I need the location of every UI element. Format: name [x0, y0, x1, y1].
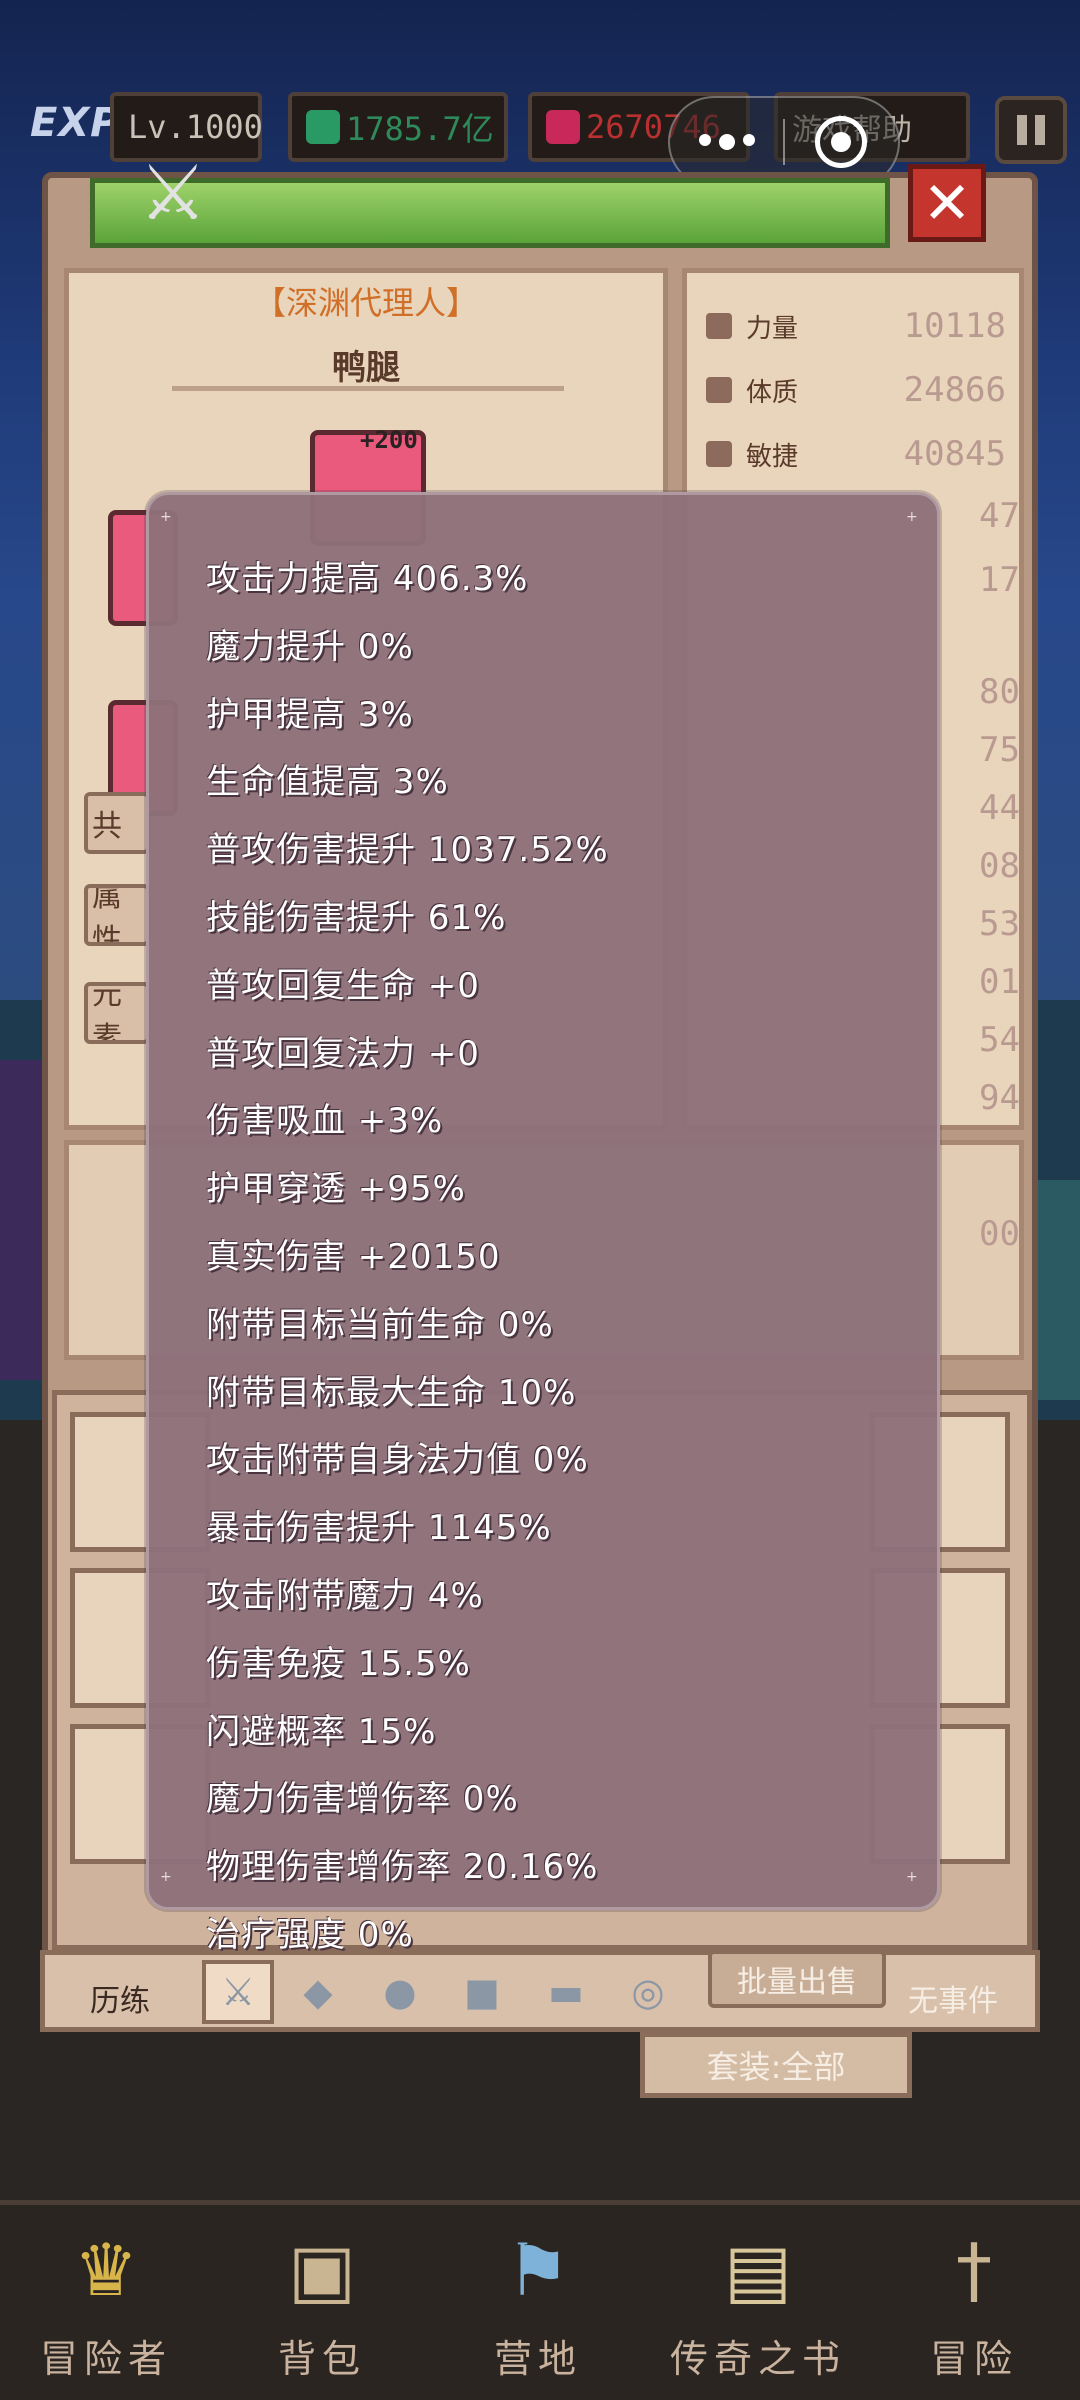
- side-tab-common[interactable]: 共: [84, 792, 150, 854]
- backpack-icon: ▣: [287, 2228, 357, 2312]
- attribute-line: 普攻伤害提升 1037.52%: [206, 830, 609, 871]
- attribute-line: 攻击附带魔力 4%: [206, 1575, 484, 1616]
- nav-legend-book[interactable]: ▤ 传奇之书: [668, 2222, 848, 2392]
- green-currency: 1785.7亿: [288, 92, 508, 162]
- attribute-line: 伤害免疫 15.5%: [206, 1643, 471, 1684]
- attribute-line: 生命值提高 3%: [206, 762, 449, 803]
- stat-value-partial: 47: [979, 496, 1020, 536]
- sparkle-icon: +: [160, 509, 172, 525]
- stat-row-constitution: 体质 24866: [706, 362, 1006, 418]
- attribute-line: 普攻回复法力 +0: [206, 1033, 480, 1074]
- attribute-line: 技能伤害提升 61%: [206, 897, 507, 938]
- level-text: Lv.1000: [128, 108, 263, 146]
- attribute-line: 物理伤害增伤率 20.16%: [206, 1847, 599, 1888]
- lilian-label[interactable]: 历练: [90, 1976, 150, 2020]
- character-name: 鸭腿: [332, 348, 400, 388]
- attribute-line: 治疗强度 0%: [206, 1914, 414, 1955]
- sword-icon: †: [956, 2228, 992, 2312]
- pause-icon: [1017, 115, 1027, 145]
- attribute-line: 护甲穿透 +95%: [206, 1169, 466, 1210]
- attribute-line: 魔力提升 0%: [206, 626, 414, 667]
- stat-row-strength: 力量 10118: [706, 298, 1006, 354]
- attribute-line: 真实伤害 +20150: [206, 1236, 501, 1277]
- attribute-line: 护甲提高 3%: [206, 694, 414, 735]
- heart-icon: [706, 377, 732, 403]
- character-title: 【深渊代理人】: [253, 284, 478, 322]
- crossed-swords-icon: ⚔: [138, 148, 208, 237]
- attribute-line: 附带目标当前生命 0%: [206, 1304, 554, 1345]
- nav-backpack[interactable]: ▣ 背包: [232, 2222, 412, 2392]
- close-button[interactable]: ✕: [908, 164, 986, 242]
- green-currency-value: 1785.7亿: [346, 110, 494, 148]
- sparkle-icon: +: [906, 509, 918, 525]
- red-gem-icon: [546, 110, 580, 144]
- crown-icon: ♛: [73, 2228, 139, 2312]
- side-tab-attributes[interactable]: 属性: [84, 884, 150, 946]
- attribute-line: 暴击伤害提升 1145%: [206, 1508, 552, 1549]
- attribute-line: 闪避概率 15%: [206, 1711, 437, 1752]
- stat-row-agility: 敏捷 40845: [706, 426, 1006, 482]
- side-tab-elements[interactable]: 元素: [84, 982, 150, 1044]
- pause-button[interactable]: [995, 96, 1067, 164]
- sparkle-icon: +: [160, 1869, 172, 1885]
- boot-icon: [706, 441, 732, 467]
- nav-adventure[interactable]: † 冒险: [884, 2222, 1064, 2392]
- nav-adventurer[interactable]: ♛ 冒险者: [16, 2222, 196, 2392]
- attribute-line: 攻击附带自身法力值 0%: [206, 1440, 589, 1481]
- book-icon: ▤: [723, 2228, 793, 2312]
- attribute-line: 附带目标最大生命 10%: [206, 1372, 577, 1413]
- name-divider: [172, 386, 564, 391]
- attribute-line: 普攻回复生命 +0: [206, 965, 480, 1006]
- green-gem-icon: [306, 110, 340, 144]
- strength-icon: [706, 313, 732, 339]
- more-dots-icon[interactable]: [670, 134, 783, 150]
- attribute-line: 伤害吸血 +3%: [206, 1101, 444, 1142]
- target-icon: [815, 116, 868, 168]
- attribute-list: 攻击力提高 406.3% 魔力提升 0% 护甲提高 3% 生命值提高 3% 普攻…: [206, 555, 966, 1979]
- exp-label: EXP: [30, 100, 121, 146]
- close-icon: ✕: [922, 169, 972, 237]
- no-event-label: 无事件: [908, 1984, 998, 2019]
- attribute-line: 魔力伤害增伤率 0%: [206, 1779, 519, 1820]
- camp-banner-icon: ⚑: [505, 2228, 571, 2312]
- close-miniprogram-button[interactable]: [785, 116, 898, 168]
- attribute-line: 攻击力提高 406.3%: [206, 559, 529, 599]
- nav-camp[interactable]: ⚑ 营地: [448, 2222, 628, 2392]
- enhance-level-badge: +200: [360, 426, 418, 454]
- set-filter-button[interactable]: 套装:全部: [640, 2032, 912, 2098]
